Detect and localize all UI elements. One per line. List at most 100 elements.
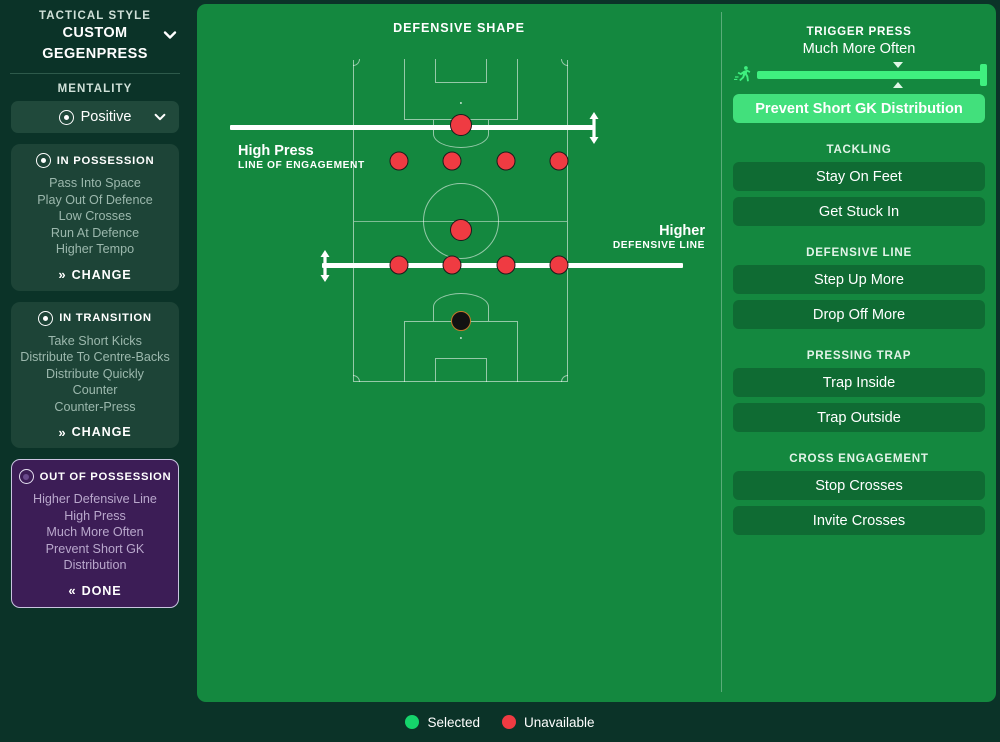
defensive-line-group-label: DEFENSIVE LINE — [806, 246, 912, 259]
list-item: Play Out Of Defence — [37, 192, 153, 207]
step-up-more-button[interactable]: Step Up More — [733, 265, 985, 294]
line-of-engagement-caption: LINE OF ENGAGEMENT — [238, 160, 365, 171]
player-marker-amcr[interactable] — [496, 151, 516, 171]
trigger-press-value: Much More Often — [802, 41, 916, 57]
out-of-possession-done-button[interactable]: « DONE — [18, 584, 172, 598]
in-transition-change-button[interactable]: » CHANGE — [17, 425, 173, 439]
trigger-press-slider[interactable] — [733, 62, 987, 88]
in-possession-card[interactable]: IN POSSESSION Pass Into Space Play Out O… — [11, 144, 179, 291]
tactical-style-selector[interactable]: TACTICAL STYLE CUSTOM GEGENPRESS — [0, 0, 190, 64]
double-chevron-left-icon: « — [68, 583, 76, 598]
in-transition-change-label: CHANGE — [71, 425, 132, 439]
player-marker-gk[interactable] — [450, 311, 471, 331]
player-marker-dr[interactable] — [549, 255, 569, 275]
out-of-possession-done-label: DONE — [81, 583, 122, 598]
six-yard-box-bottom — [434, 358, 487, 383]
corner-arc-bottom-left — [352, 375, 360, 383]
list-item: Higher Tempo — [55, 242, 135, 256]
mentality-icon — [58, 109, 74, 125]
list-item: Prevent Short GK — [45, 541, 145, 556]
list-item: High Press — [64, 508, 126, 523]
slider-marker-top[interactable] — [893, 62, 904, 68]
player-marker-dm[interactable] — [449, 219, 472, 241]
list-item: Counter — [72, 383, 118, 397]
chevron-down-icon[interactable] — [153, 110, 167, 124]
running-man-icon — [733, 65, 753, 85]
stay-on-feet-button[interactable]: Stay On Feet — [733, 162, 985, 191]
list-item: Higher Defensive Line — [33, 492, 157, 506]
corner-arc-top-right — [561, 58, 569, 66]
tactical-style-label: TACTICAL STYLE — [38, 10, 152, 22]
out-of-possession-header: OUT OF POSSESSION — [18, 469, 172, 484]
in-transition-card[interactable]: IN TRANSITION Take Short Kicks Distribut… — [11, 301, 179, 448]
legend-dot-selected — [405, 715, 420, 729]
list-item: Low Crosses — [58, 209, 132, 223]
pressing-trap-group-label: PRESSING TRAP — [806, 349, 912, 362]
list-item: Run At Defence — [50, 225, 140, 240]
sidebar-divider — [10, 73, 180, 74]
in-transition-header: IN TRANSITION — [17, 310, 173, 326]
legend: Selected Unavailable — [0, 702, 1000, 742]
six-yard-box-top — [434, 58, 487, 83]
player-marker-dcl[interactable] — [442, 255, 462, 275]
tackling-group-label: TACKLING — [826, 143, 892, 156]
line-of-engagement-bar[interactable] — [230, 125, 593, 130]
legend-label-selected: Selected — [427, 714, 480, 730]
mentality-dropdown[interactable]: Positive — [11, 101, 179, 133]
defensive-line-label: Higher DEFENSIVE LINE — [611, 222, 705, 251]
defensive-line-value: Higher — [659, 223, 705, 239]
list-item: Counter-Press — [54, 399, 136, 414]
cross-engagement-group-label: CROSS ENGAGEMENT — [789, 452, 929, 465]
stop-crosses-button[interactable]: Stop Crosses — [733, 471, 985, 500]
player-marker-amcl[interactable] — [442, 151, 462, 171]
player-marker-st[interactable] — [449, 114, 472, 136]
legend-item-unavailable: Unavailable — [502, 715, 595, 730]
mentality-label: MENTALITY — [57, 83, 133, 95]
defence-shield-icon — [18, 469, 34, 484]
list-item: Much More Often — [46, 525, 144, 539]
defensive-options-panel: TRIGGER PRESS Much More Often Prevent Sh… — [722, 4, 996, 702]
list-item: Pass Into Space — [49, 176, 141, 190]
double-chevron-right-icon: » — [58, 424, 66, 440]
list-item: Distribute To Centre-Backs — [20, 350, 170, 364]
in-possession-change-button[interactable]: » CHANGE — [17, 268, 173, 282]
chevron-down-icon[interactable] — [162, 27, 178, 43]
tactics-sidebar: TACTICAL STYLE CUSTOM GEGENPRESS MENTALI… — [0, 0, 190, 742]
list-item: Take Short Kicks — [48, 333, 142, 348]
trigger-press-title: TRIGGER PRESS — [806, 25, 912, 38]
player-marker-dl[interactable] — [389, 255, 409, 275]
invite-crosses-button[interactable]: Invite Crosses — [733, 506, 985, 535]
player-marker-dcr[interactable] — [496, 255, 516, 275]
slider-end-cap — [980, 64, 987, 86]
line-of-engagement-label: High Press LINE OF ENGAGEMENT — [238, 142, 365, 171]
slider-track[interactable] — [757, 62, 987, 88]
list-item: Distribute Quickly — [46, 366, 144, 381]
tactical-style-value-line2: GEGENPRESS — [42, 46, 148, 62]
player-marker-aml[interactable] — [389, 151, 409, 171]
prevent-short-gk-distribution-button[interactable]: Prevent Short GK Distribution — [733, 94, 985, 123]
drop-off-more-button[interactable]: Drop Off More — [733, 300, 985, 329]
defensive-line-drag-handle[interactable] — [319, 249, 331, 283]
trap-outside-button[interactable]: Trap Outside — [733, 403, 985, 432]
player-marker-amr[interactable] — [549, 151, 569, 171]
out-of-possession-title: OUT OF POSSESSION — [39, 470, 172, 483]
line-of-engagement-drag-handle[interactable] — [588, 111, 600, 145]
trap-inside-button[interactable]: Trap Inside — [733, 368, 985, 397]
get-stuck-in-button[interactable]: Get Stuck In — [733, 197, 985, 226]
legend-item-selected: Selected — [405, 715, 480, 730]
possession-ball-icon — [35, 153, 51, 168]
slider-marker-bottom[interactable] — [893, 82, 904, 88]
tactics-screen: TACTICAL STYLE CUSTOM GEGENPRESS MENTALI… — [0, 0, 1000, 742]
in-possession-change-label: CHANGE — [71, 267, 132, 282]
defensive-line-caption: DEFENSIVE LINE — [612, 240, 705, 251]
list-item: Distribution — [63, 558, 127, 572]
in-possession-title: IN POSSESSION — [56, 154, 155, 167]
tactical-style-value-line1: CUSTOM — [62, 25, 128, 41]
out-of-possession-card[interactable]: OUT OF POSSESSION Higher Defensive Line … — [11, 459, 179, 608]
line-of-engagement-value: High Press — [238, 143, 314, 159]
transition-arrows-icon — [38, 310, 54, 326]
corner-arc-top-left — [352, 58, 360, 66]
